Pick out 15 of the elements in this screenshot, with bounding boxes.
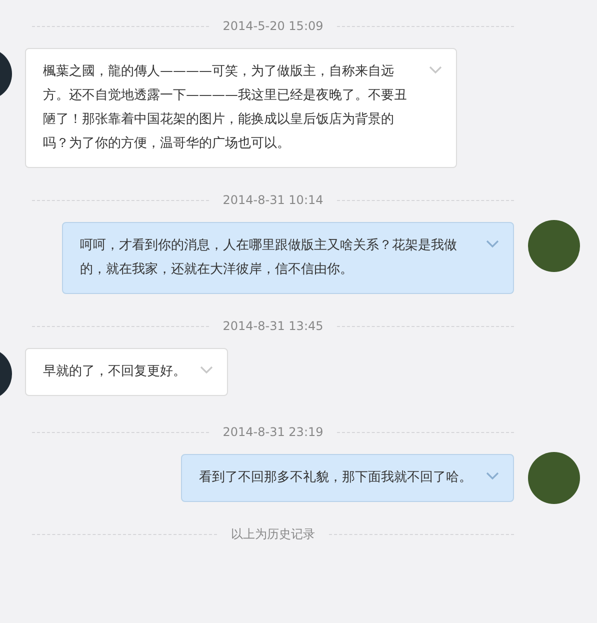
message-bubble: 呵呵，才看到你的消息，人在哪里跟做版主又啥关系？花架是我做的，就在我家，还就在大洋彼岸，信不信由你。: [62, 222, 514, 294]
timestamp: 2014-8-31 10:14: [222, 193, 324, 207]
timestamp: 2014-8-31 23:19: [222, 425, 324, 439]
timestamp: 2014-8-31 13:45: [222, 319, 324, 333]
avatar-photo: [528, 220, 580, 272]
chevron-down-icon[interactable]: [200, 366, 213, 374]
message-bubble: 看到了不回那多不礼貌，那下面我就不回了哈。: [181, 454, 514, 502]
history-note: 以上为历史记录: [231, 526, 315, 542]
chevron-down-icon[interactable]: [429, 66, 442, 74]
message-bubble: 早就的了，不回复更好。: [25, 348, 228, 396]
chevron-down-icon[interactable]: [486, 472, 499, 480]
avatar-photo: [528, 452, 580, 504]
timestamp: 2014-5-20 15:09: [222, 19, 324, 33]
chevron-down-icon[interactable]: [486, 240, 499, 248]
message-bubble: 楓葉之國，龍的傳人————可笑，为了做版主，自称来自远方。还不自觉地透露一下————我这里已经是夜晚了。不要丑陋了！那张靠着中国花架的图片，能换成以皇后饭店为背景的吗？为了你的方便，温哥华的广场也可以。: [25, 48, 457, 168]
